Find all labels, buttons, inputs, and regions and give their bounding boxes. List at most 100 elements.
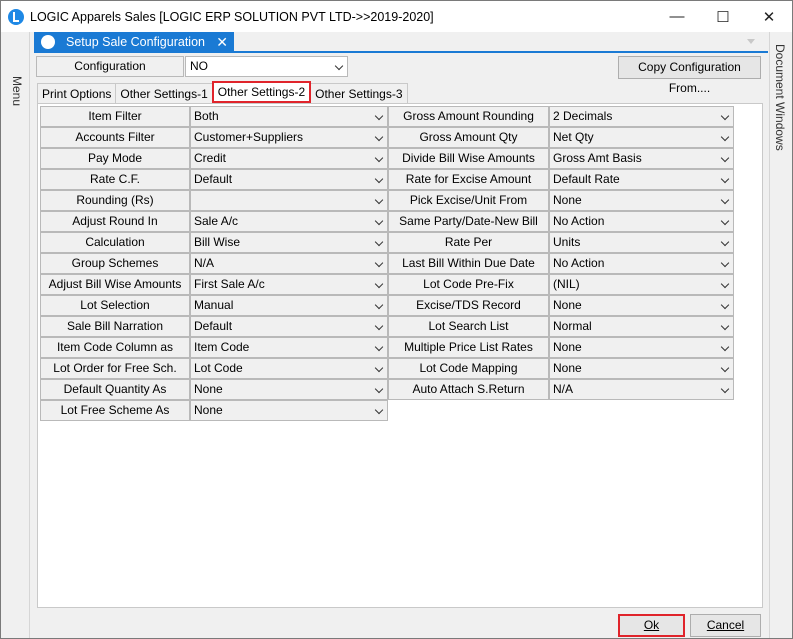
setting-select[interactable]: N/A <box>549 379 734 400</box>
minimize-button[interactable]: — <box>654 1 700 32</box>
ok-button[interactable]: Ok <box>618 614 685 637</box>
chevron-down-icon <box>374 258 384 268</box>
document-windows-label[interactable]: Document Windows <box>773 44 787 151</box>
setting-label: Auto Attach S.Return <box>388 379 549 400</box>
setting-value: Sale A/c <box>194 214 239 228</box>
setting-select[interactable]: None <box>190 379 388 400</box>
setting-select[interactable]: None <box>549 295 734 316</box>
setting-label: Rate C.F. <box>40 169 190 190</box>
setting-value: Default <box>194 172 233 186</box>
tab-other-settings-2[interactable]: Other Settings-2 <box>211 81 312 103</box>
close-button[interactable]: ✕ <box>746 1 792 32</box>
setting-select[interactable]: (NIL) <box>549 274 734 295</box>
setting-select[interactable]: 2 Decimals <box>549 106 734 127</box>
setting-select[interactable]: None <box>549 190 734 211</box>
tab-other-settings-1[interactable]: Other Settings-1 <box>115 83 213 103</box>
chevron-down-icon <box>374 363 384 373</box>
setting-value: Both <box>194 109 219 123</box>
copy-configuration-button[interactable]: Copy Configuration From.... <box>618 56 761 95</box>
document-tab-setup-sale[interactable]: Setup Sale Configuration ✕ <box>34 32 234 52</box>
setting-value: N/A <box>553 382 574 396</box>
setting-label: Gross Amount Rounding <box>388 106 549 127</box>
setting-select[interactable]: Default <box>190 316 388 337</box>
setting-select[interactable]: None <box>549 337 734 358</box>
setting-select[interactable]: None <box>549 358 734 379</box>
maximize-button[interactable]: ☐ <box>700 1 746 32</box>
setting-select[interactable]: None <box>190 400 388 421</box>
setting-select[interactable] <box>190 190 388 211</box>
setting-select[interactable]: Lot Code <box>190 358 388 379</box>
setting-select[interactable]: No Action <box>549 211 734 232</box>
setting-label: Default Quantity As <box>40 379 190 400</box>
menu-sidebar[interactable]: Menu <box>2 32 30 638</box>
setting-label: Multiple Price List Rates <box>388 337 549 358</box>
setting-value: Customer+Suppliers <box>194 130 304 144</box>
setting-label: Sale Bill Narration <box>40 316 190 337</box>
setting-label: Lot Code Mapping <box>388 358 549 379</box>
setting-value: None <box>553 361 582 375</box>
menu-label[interactable]: Menu <box>10 76 24 106</box>
setting-value: Manual <box>194 298 234 312</box>
setting-select[interactable]: Item Code <box>190 337 388 358</box>
setting-value: (NIL) <box>553 277 580 291</box>
chevron-down-icon <box>374 384 384 394</box>
configuration-value: NO <box>190 59 208 73</box>
chevron-down-icon <box>374 111 384 121</box>
chevron-down-icon <box>720 258 730 268</box>
setting-label: Calculation <box>40 232 190 253</box>
setting-value: Net Qty <box>553 130 594 144</box>
setting-label: Item Filter <box>40 106 190 127</box>
setting-select[interactable]: N/A <box>190 253 388 274</box>
configuration-select[interactable]: NO <box>185 56 348 77</box>
chevron-down-icon <box>374 342 384 352</box>
setting-label: Lot Code Pre-Fix <box>388 274 549 295</box>
setting-label: Pick Excise/Unit From <box>388 190 549 211</box>
setting-select[interactable]: Default <box>190 169 388 190</box>
chevron-down-icon <box>720 174 730 184</box>
settings-panel: Item Filter Both Accounts Filter Customer+… <box>37 103 763 608</box>
setting-label: Gross Amount Qty <box>388 127 549 148</box>
setting-select[interactable]: Net Qty <box>549 127 734 148</box>
document-tab-icon <box>41 35 55 49</box>
setting-label: Rate Per <box>388 232 549 253</box>
setting-label: Group Schemes <box>40 253 190 274</box>
setting-select[interactable]: Both <box>190 106 388 127</box>
setting-select[interactable]: Bill Wise <box>190 232 388 253</box>
setting-value: None <box>553 298 582 312</box>
document-windows-sidebar[interactable]: Document Windows <box>769 32 791 638</box>
ok-button-label: Ok <box>643 618 660 632</box>
setting-select[interactable]: Units <box>549 232 734 253</box>
chevron-down-icon <box>374 300 384 310</box>
setting-select[interactable]: Sale A/c <box>190 211 388 232</box>
window-title: LOGIC Apparels Sales [LOGIC ERP SOLUTION… <box>30 9 434 24</box>
chevron-down-icon <box>720 153 730 163</box>
setting-value: 2 Decimals <box>553 109 613 123</box>
setting-label: Last Bill Within Due Date <box>388 253 549 274</box>
tab-print-options[interactable]: Print Options <box>37 83 117 103</box>
setting-value: None <box>553 193 582 207</box>
setting-select[interactable]: First Sale A/c <box>190 274 388 295</box>
setting-value: No Action <box>553 256 605 270</box>
cancel-button[interactable]: Cancel <box>690 614 761 637</box>
setting-label: Lot Selection <box>40 295 190 316</box>
setting-select[interactable]: Customer+Suppliers <box>190 127 388 148</box>
tab-list-dropdown-icon[interactable] <box>747 39 755 44</box>
chevron-down-icon <box>720 132 730 142</box>
setting-select[interactable]: Manual <box>190 295 388 316</box>
setting-select[interactable]: Normal <box>549 316 734 337</box>
chevron-down-icon <box>720 342 730 352</box>
chevron-down-icon <box>720 384 730 394</box>
setting-label: Same Party/Date-New Bill <box>388 211 549 232</box>
chevron-down-icon <box>374 237 384 247</box>
setting-select[interactable]: No Action <box>549 253 734 274</box>
chevron-down-icon <box>720 195 730 205</box>
setting-select[interactable]: Credit <box>190 148 388 169</box>
chevron-down-icon <box>720 237 730 247</box>
tab-other-settings-3[interactable]: Other Settings-3 <box>310 83 408 103</box>
setting-value: Default <box>194 319 233 333</box>
document-tab-close-icon[interactable]: ✕ <box>216 34 228 51</box>
setting-select[interactable]: Gross Amt Basis <box>549 148 734 169</box>
title-bar: LOGIC Apparels Sales [LOGIC ERP SOLUTION… <box>1 1 792 32</box>
setting-label: Adjust Round In <box>40 211 190 232</box>
setting-select[interactable]: Default Rate <box>549 169 734 190</box>
